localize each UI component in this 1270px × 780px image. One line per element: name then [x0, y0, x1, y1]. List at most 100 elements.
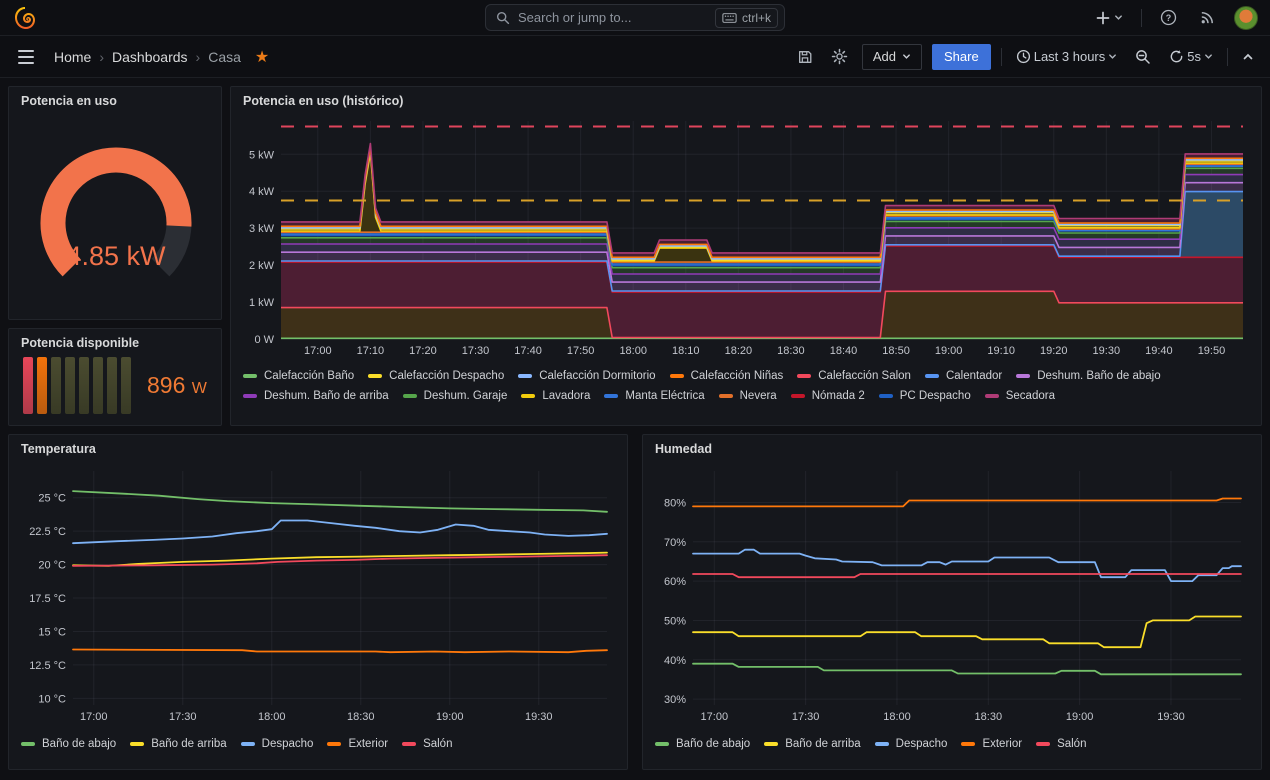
- top-nav: Search or jump to... ctrl+k ?: [0, 0, 1270, 36]
- svg-text:70%: 70%: [664, 537, 686, 549]
- legend-item[interactable]: Calefacción Dormitorio: [518, 368, 655, 384]
- search-input[interactable]: Search or jump to... ctrl+k: [485, 4, 785, 31]
- legend-item[interactable]: Exterior: [327, 736, 388, 752]
- legend-item[interactable]: Deshum. Baño de arriba: [243, 388, 389, 404]
- legend-item[interactable]: Salón: [1036, 736, 1086, 752]
- svg-text:30%: 30%: [664, 694, 686, 706]
- refresh-interval-label: 5s: [1187, 49, 1201, 64]
- legend-item[interactable]: Lavadora: [521, 388, 590, 404]
- dashboard-settings-button[interactable]: [827, 44, 852, 69]
- svg-text:80%: 80%: [664, 497, 686, 509]
- legend-item[interactable]: Calefacción Baño: [243, 368, 354, 384]
- svg-text:17:00: 17:00: [701, 711, 729, 723]
- chevron-down-icon: [1108, 52, 1117, 61]
- svg-text:17.5 °C: 17.5 °C: [29, 593, 66, 605]
- panel-title: Humedad: [643, 435, 1261, 459]
- legend-item[interactable]: Exterior: [961, 736, 1022, 752]
- svg-text:4 kW: 4 kW: [249, 186, 275, 198]
- svg-text:10 °C: 10 °C: [38, 693, 66, 705]
- legend-swatch: [1036, 742, 1050, 746]
- legend-item[interactable]: Despacho: [241, 736, 314, 752]
- news-button[interactable]: [1195, 5, 1220, 30]
- svg-text:19:10: 19:10: [987, 345, 1015, 357]
- legend-label: Deshum. Baño de arriba: [264, 388, 389, 404]
- zoom-out-time-button[interactable]: [1131, 45, 1155, 69]
- legend-label: Deshum. Garaje: [424, 388, 508, 404]
- legend-item[interactable]: Baño de arriba: [130, 736, 226, 752]
- legend-item[interactable]: Calentador: [925, 368, 1002, 384]
- legend-item[interactable]: Calefacción Despacho: [368, 368, 504, 384]
- legend-swatch: [130, 742, 144, 746]
- bar-gauge-cell-unlit: [121, 357, 131, 414]
- legend-item[interactable]: Nevera: [719, 388, 777, 404]
- divider: [1141, 9, 1142, 27]
- svg-text:20 °C: 20 °C: [38, 560, 66, 572]
- panel-potencia-historico: Potencia en uso (histórico) 17:0017:1017…: [230, 86, 1262, 426]
- svg-text:1 kW: 1 kW: [249, 297, 275, 309]
- bar-gauge-cell-lit: [23, 357, 33, 414]
- panel-temperatura: Temperatura 17:0017:3018:0018:3019:0019:…: [8, 434, 628, 770]
- toolbar-actions: Add Share Last 3 hours: [793, 44, 1258, 70]
- bar-gauge-cell-lit: [37, 357, 47, 414]
- share-button[interactable]: Share: [932, 44, 991, 70]
- humidity-chart[interactable]: 17:0017:3018:0018:3019:0019:3030%40%50%6…: [651, 459, 1253, 729]
- bar-gauge-cell-unlit: [93, 357, 103, 414]
- legend-item[interactable]: Nómada 2: [791, 388, 865, 404]
- svg-text:18:30: 18:30: [975, 711, 1003, 723]
- legend-item[interactable]: Despacho: [875, 736, 948, 752]
- legend-item[interactable]: Manta Eléctrica: [604, 388, 704, 404]
- legend-item[interactable]: Calefacción Salon: [797, 368, 911, 384]
- legend-label: Deshum. Baño de abajo: [1037, 368, 1160, 384]
- breadcrumb-dashboards[interactable]: Dashboards: [112, 49, 188, 65]
- legend-swatch: [791, 394, 805, 398]
- grafana-logo-icon[interactable]: [12, 5, 38, 31]
- breadcrumb-separator: ›: [196, 49, 201, 65]
- legend-swatch: [719, 394, 733, 398]
- help-button[interactable]: ?: [1156, 5, 1181, 30]
- divider: [1227, 48, 1228, 66]
- time-range-label: Last 3 hours: [1034, 49, 1106, 64]
- temperature-chart[interactable]: 17:0017:3018:0018:3019:0019:3010 °C12.5 …: [17, 459, 619, 729]
- legend-item[interactable]: PC Despacho: [879, 388, 971, 404]
- svg-text:18:20: 18:20: [725, 345, 753, 357]
- save-dashboard-button[interactable]: [793, 45, 817, 69]
- new-menu-button[interactable]: [1091, 6, 1127, 30]
- svg-text:19:30: 19:30: [1157, 711, 1185, 723]
- legend-item[interactable]: Baño de abajo: [21, 736, 116, 752]
- panel-potencia-disponible: Potencia disponible 896 W: [8, 328, 222, 426]
- legend-label: Secadora: [1006, 388, 1055, 404]
- legend-label: Despacho: [896, 736, 948, 752]
- legend-label: Calefacción Dormitorio: [539, 368, 655, 384]
- legend-item[interactable]: Baño de abajo: [655, 736, 750, 752]
- legend-item[interactable]: Baño de arriba: [764, 736, 860, 752]
- mega-menu-button[interactable]: [12, 44, 40, 70]
- legend-item[interactable]: Calefacción Niñas: [670, 368, 784, 384]
- legend-item[interactable]: Secadora: [985, 388, 1055, 404]
- chart-legend: Baño de abajo Baño de arriba Despacho Exter…: [9, 732, 627, 758]
- legend-item[interactable]: Salón: [402, 736, 452, 752]
- add-panel-button[interactable]: Add: [862, 44, 922, 70]
- collapse-toolbar-button[interactable]: [1238, 47, 1258, 67]
- zoom-out-icon: [1135, 49, 1151, 65]
- legend-label: Salón: [423, 736, 452, 752]
- keyboard-icon: [722, 13, 737, 23]
- panel-title: Temperatura: [9, 435, 627, 459]
- svg-text:19:00: 19:00: [436, 711, 464, 723]
- svg-text:19:30: 19:30: [1093, 345, 1121, 357]
- svg-text:22.5 °C: 22.5 °C: [29, 526, 66, 538]
- avatar[interactable]: [1234, 6, 1258, 30]
- legend-item[interactable]: Deshum. Baño de abajo: [1016, 368, 1160, 384]
- legend-label: Nevera: [740, 388, 777, 404]
- dashboard-toolbar: Home › Dashboards › Casa ★: [0, 36, 1270, 78]
- refresh-button[interactable]: 5s: [1165, 45, 1217, 68]
- legend-item[interactable]: Deshum. Garaje: [403, 388, 508, 404]
- breadcrumb-home[interactable]: Home: [54, 49, 91, 65]
- power-history-chart[interactable]: 17:0017:1017:2017:3017:4017:5018:0018:10…: [239, 111, 1253, 361]
- legend-swatch: [879, 394, 893, 398]
- add-button-label: Add: [873, 49, 896, 64]
- svg-text:18:30: 18:30: [777, 345, 805, 357]
- time-range-picker[interactable]: Last 3 hours: [1012, 45, 1122, 68]
- chevron-up-icon: [1242, 51, 1254, 63]
- favorite-star-icon[interactable]: ★: [255, 47, 269, 67]
- svg-text:18:30: 18:30: [347, 711, 375, 723]
